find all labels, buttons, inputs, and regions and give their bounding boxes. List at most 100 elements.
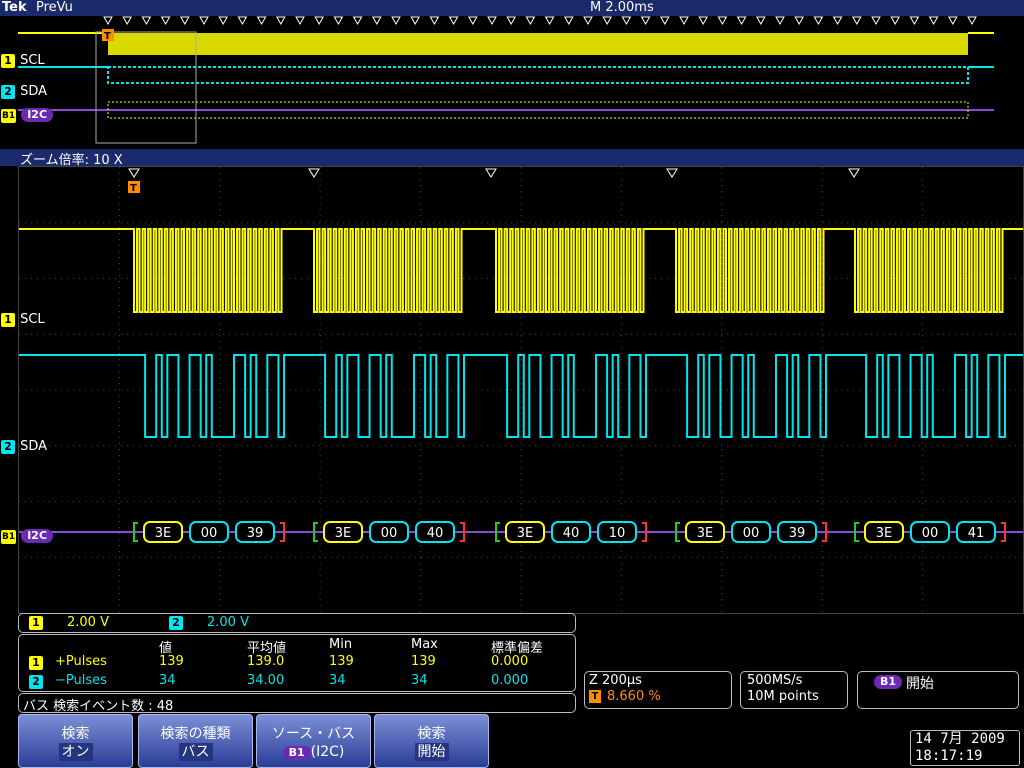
bus-byte-label: 39	[789, 526, 806, 541]
search-mark-triangle-icon	[275, 16, 286, 26]
stats-row2-min: 34	[329, 673, 346, 688]
button-line1: ソース・バス	[271, 726, 356, 742]
button-line2: 開始	[414, 743, 449, 761]
acquisition-mode: PreVu	[36, 0, 73, 15]
button-line1: 検索	[417, 726, 446, 742]
record-length: 10M points	[747, 689, 819, 704]
search-type-button[interactable]: 検索の種類 バス	[138, 714, 253, 768]
search-mark-triangle-icon	[122, 16, 133, 26]
search-mark-triangle-icon	[371, 16, 382, 26]
search-mark-triangle-icon	[736, 16, 747, 26]
search-mark-triangle-icon	[237, 16, 248, 26]
ch2-name: SDA	[20, 439, 48, 454]
search-mark-triangle-icon	[848, 168, 860, 178]
ch1-name: SCL	[20, 53, 45, 68]
stats-row2-value: 34	[159, 673, 176, 688]
brand-logo: Tek	[2, 0, 27, 15]
source-bus-button[interactable]: ソース・バス B1 (I2C)	[256, 714, 371, 768]
bus-badge: B1	[1, 109, 17, 123]
stats-row1-max: 139	[411, 654, 436, 669]
button-line2: バス	[178, 743, 213, 761]
button-line2: (I2C)	[310, 744, 345, 760]
trigger-marker-label: T	[130, 183, 137, 194]
search-start-button[interactable]: 検索 開始	[374, 714, 489, 768]
bus-byte-label: 3E	[335, 526, 352, 541]
ch1-badge: 1	[29, 616, 43, 630]
stats-row1-min: 139	[329, 654, 354, 669]
search-mark-triangle-icon	[103, 16, 113, 26]
main-bus-label[interactable]: B1 I2C	[1, 524, 54, 544]
stats-row1-name: +Pulses	[55, 654, 107, 669]
search-mark-triangle-icon	[640, 16, 651, 26]
ch1-scale: 2.00 V	[67, 615, 109, 630]
bus-badge: B1	[282, 746, 311, 760]
main-ch2-label[interactable]: 2 SDA	[1, 435, 47, 454]
search-mark-triangle-icon	[928, 16, 939, 26]
zoom-time-per-div: Z 200µs	[589, 673, 642, 688]
ch2-scale: 2.00 V	[207, 615, 249, 630]
bus-badge: B1	[1, 530, 17, 544]
ch1-badge: 1	[1, 54, 15, 68]
search-mark-triangle-icon	[352, 16, 363, 26]
scl-waveform	[19, 228, 1023, 313]
vertical-scale-panel[interactable]: 1 2.00 V 2 2.00 V	[18, 613, 576, 633]
button-line2: オン	[58, 743, 93, 761]
search-mark-triangle-icon	[141, 16, 152, 26]
zoom-header: ズーム倍率: 10 X	[0, 149, 1024, 168]
search-mark-triangle-icon	[467, 16, 478, 26]
search-mark-triangle-icon	[429, 16, 440, 26]
stats-row2-max: 34	[411, 673, 428, 688]
search-mark-triangle-icon	[391, 16, 401, 26]
search-mark-triangle-icon	[967, 16, 977, 26]
search-mark-triangle-icon	[717, 16, 728, 26]
sample-rate-box[interactable]: 500MS/s 10M points	[740, 671, 848, 709]
search-mark-triangle-icon	[314, 16, 325, 26]
trigger-marker-icon: T	[589, 690, 601, 703]
zoom-info-box[interactable]: Z 200µs T 8.660 %	[584, 671, 732, 709]
search-mark-triangle-icon	[679, 16, 689, 26]
bus-byte-label: 00	[201, 526, 218, 541]
search-mark-triangle-icon	[659, 16, 670, 26]
measurement-stats[interactable]: 値 平均値 Min Max 標準偏差 1 +Pulses 139 139.0 1…	[18, 634, 576, 692]
ch2-badge: 2	[1, 440, 15, 454]
bus-type-badge: I2C	[21, 108, 54, 122]
trigger-marker-label: T	[104, 31, 111, 42]
overview-ch2-label[interactable]: 2 SDA	[1, 80, 47, 99]
date-time: 14 7月 2009 18:17:19	[910, 730, 1020, 766]
search-mark-triangle-icon	[179, 16, 190, 26]
search-mark-triangle-icon	[563, 16, 574, 26]
search-mark-triangle-icon	[666, 168, 678, 178]
bus-trigger-state: 開始	[906, 676, 934, 692]
main-ch1-label[interactable]: 1 SCL	[1, 308, 45, 327]
bus-byte-label: 39	[247, 526, 264, 541]
bus-byte-label: 00	[922, 526, 939, 541]
search-mark-triangle-icon	[308, 168, 320, 178]
bus-byte-label: 00	[743, 526, 760, 541]
date: 14 7月 2009	[915, 731, 1005, 747]
search-mark-triangle-icon	[698, 16, 709, 26]
ch2-name: SDA	[20, 84, 48, 99]
timebase-readout[interactable]: M 2.00ms	[590, 0, 654, 15]
search-mark-triangle-icon	[755, 16, 766, 26]
time: 18:17:19	[915, 748, 983, 764]
search-mark-triangle-icon	[794, 16, 805, 26]
overview-ch1-label[interactable]: 1 SCL	[1, 49, 45, 68]
search-mark-triangle-icon	[871, 16, 881, 26]
stats-row1-value: 139	[159, 654, 184, 669]
ch2-badge: 2	[29, 675, 43, 689]
overview-bus-label[interactable]: B1 I2C	[1, 103, 54, 123]
search-mark-triangle-icon	[487, 16, 497, 26]
bus-byte-label: 3E	[697, 526, 714, 541]
bus-byte-label: 3E	[876, 526, 893, 541]
zoom-position: 8.660 %	[607, 689, 661, 704]
sample-rate: 500MS/s	[747, 673, 803, 688]
search-mark-triangle-icon	[256, 16, 267, 26]
search-on-button[interactable]: 検索 オン	[18, 714, 133, 768]
search-mark-triangle-icon	[890, 16, 901, 26]
search-mark-triangle-icon	[199, 16, 209, 26]
search-mark-triangle-icon	[295, 16, 305, 26]
bus-trigger-box[interactable]: B1 開始	[857, 671, 1019, 709]
bus-badge: B1	[874, 675, 903, 689]
search-mark-triangle-icon	[160, 16, 171, 26]
ch2-badge: 2	[169, 616, 183, 630]
